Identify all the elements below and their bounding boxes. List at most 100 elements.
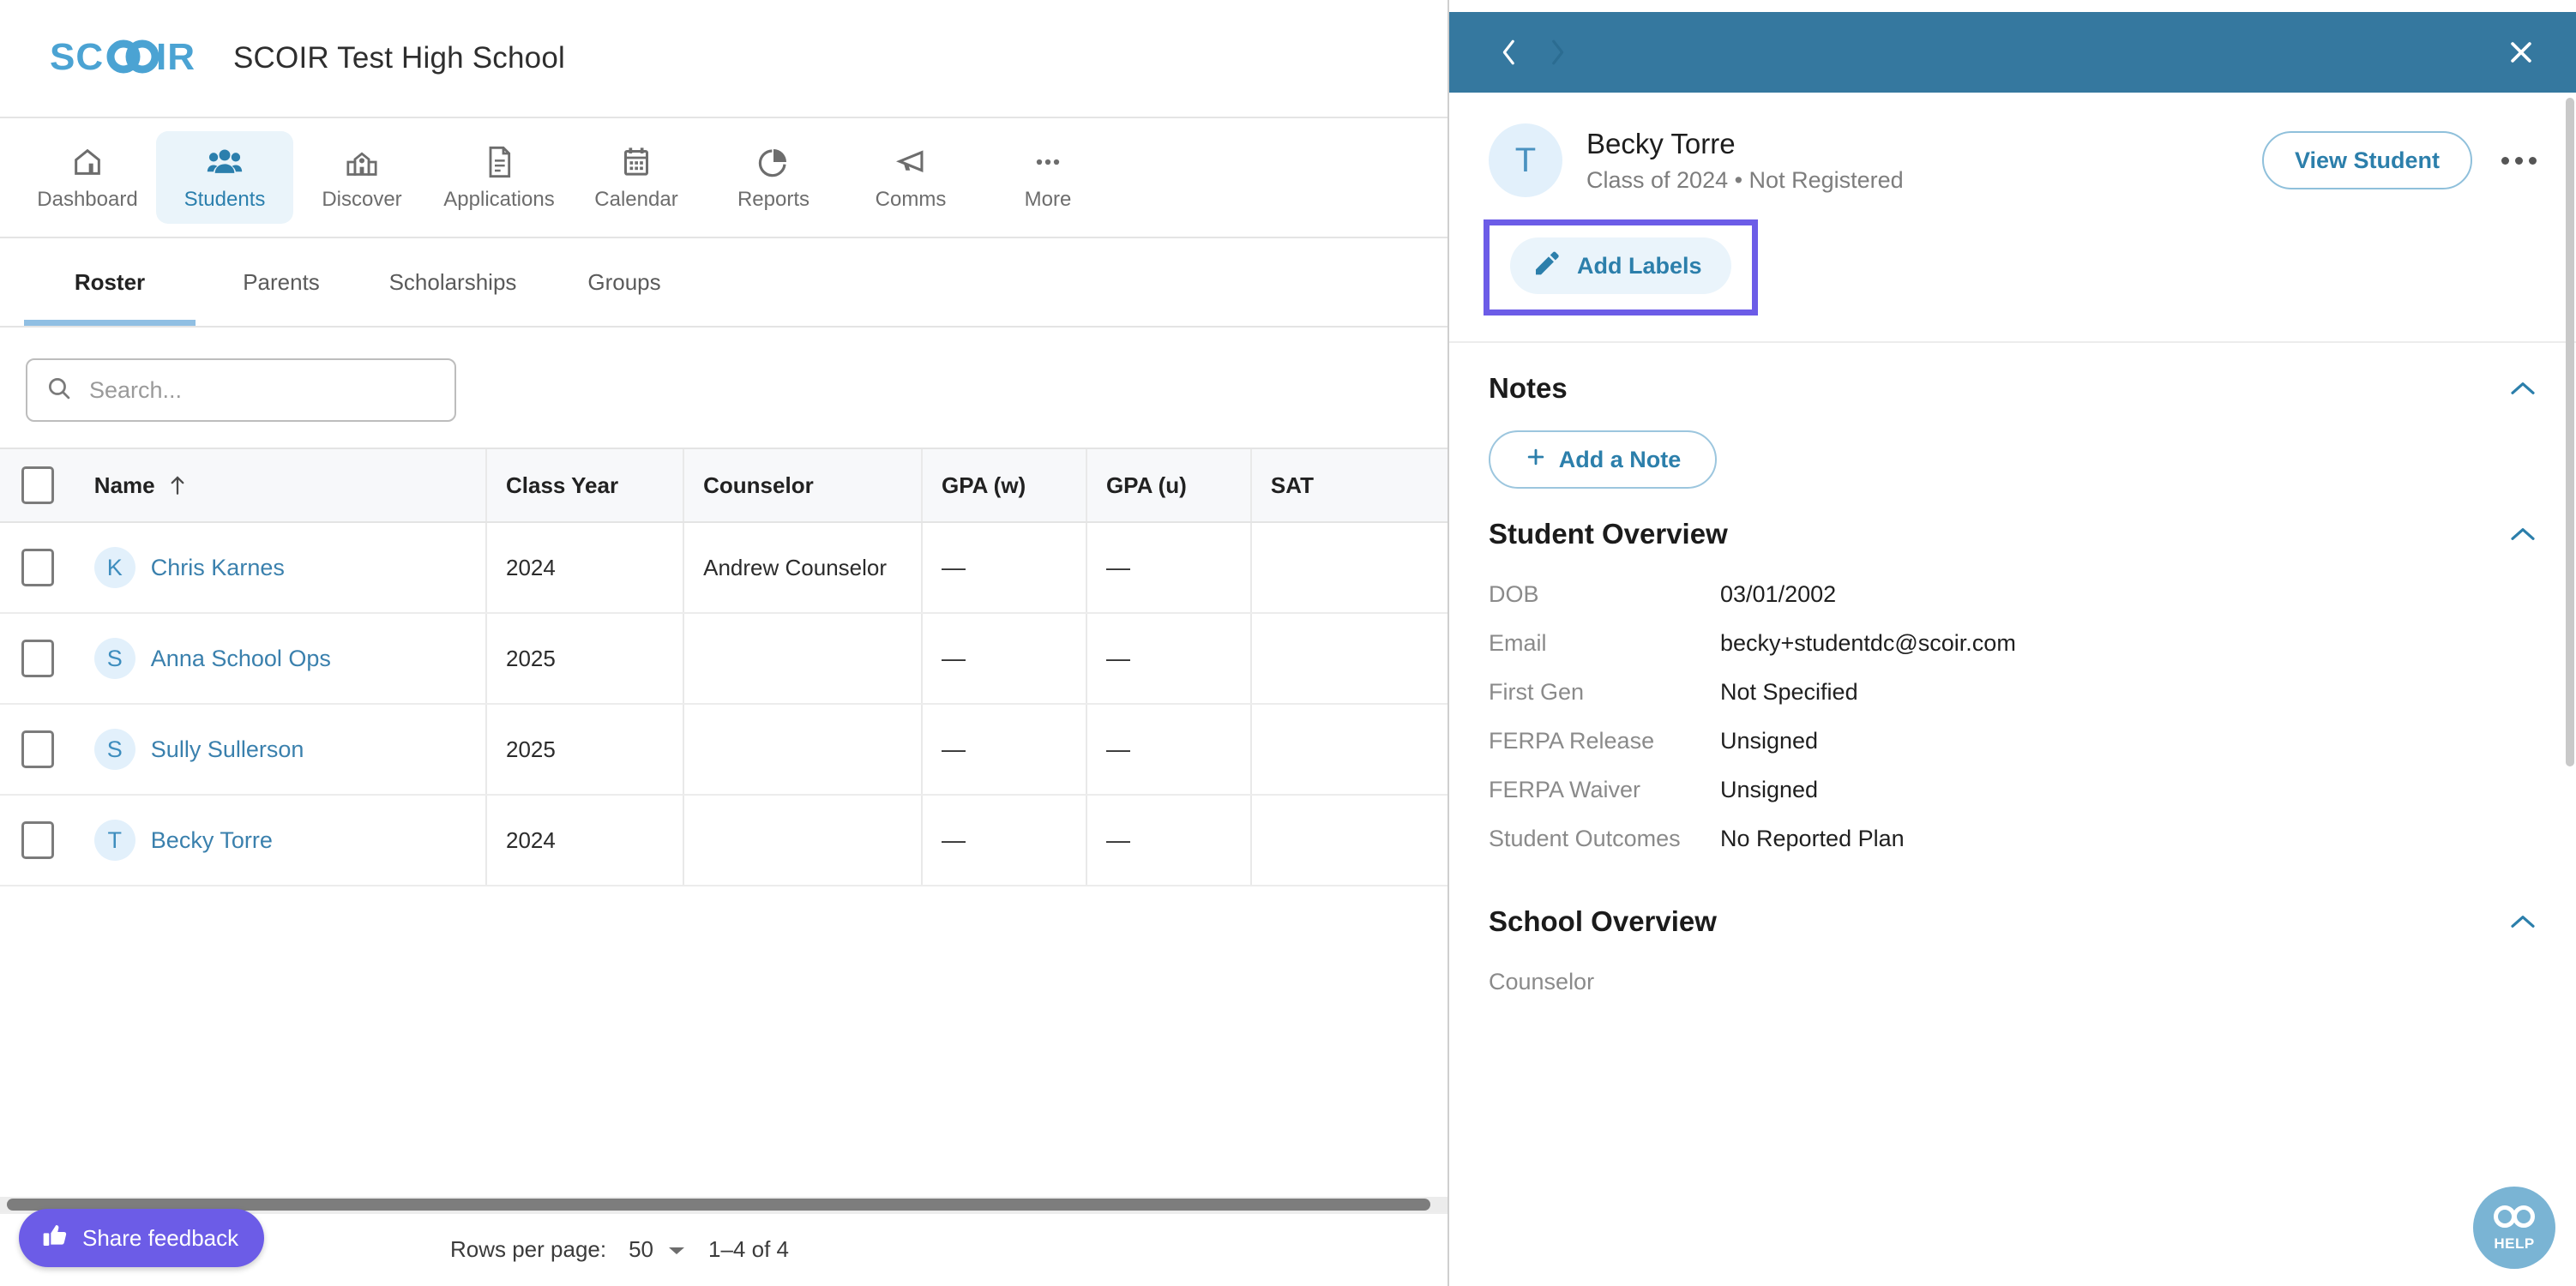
rows-per-page-label: Rows per page: xyxy=(449,1235,607,1262)
drawer-scrollbar-thumb[interactable] xyxy=(2566,98,2574,766)
chevron-right-icon[interactable] xyxy=(1533,28,1581,76)
rows-per-page-value: 50 xyxy=(629,1235,654,1262)
column-header-gpa-weighted[interactable]: GPA (w) xyxy=(923,449,1087,521)
chevron-up-icon[interactable] xyxy=(2509,526,2537,543)
field-key: FERPA Waiver xyxy=(1489,777,1641,802)
scoir-logo-icon[interactable]: SC IR xyxy=(50,38,196,79)
student-detail-drawer: T Becky Torre Class of 2024 • Not Regist… xyxy=(1449,12,2576,1286)
column-header-gpa-unweighted[interactable]: GPA (u) xyxy=(1087,449,1252,521)
table-row[interactable]: K Chris Karnes 2024 Andrew Counselor — — xyxy=(0,523,1447,614)
column-label: Name xyxy=(93,472,155,498)
row-checkbox[interactable] xyxy=(21,640,54,677)
student-name-link[interactable]: Sully Sullerson xyxy=(151,736,304,763)
nav-label: More xyxy=(1024,188,1072,211)
tab-scholarships[interactable]: Scholarships xyxy=(367,238,539,326)
tab-roster[interactable]: Roster xyxy=(24,238,196,326)
notes-title: Notes xyxy=(1489,372,1568,404)
cell-name: T Becky Torre xyxy=(75,796,487,885)
nav-item-reports[interactable]: Reports xyxy=(705,131,842,224)
row-checkbox[interactable] xyxy=(21,730,54,768)
cell-gpa-weighted: — xyxy=(923,705,1087,794)
search-input[interactable]: Search... xyxy=(26,358,456,422)
help-button[interactable]: HELP xyxy=(2473,1187,2555,1269)
field-row: First Gen Not Specified xyxy=(1489,679,2537,706)
row-checkbox[interactable] xyxy=(21,821,54,859)
roster-subtabs: Roster Parents Scholarships Groups xyxy=(0,238,1447,328)
chevron-up-icon[interactable] xyxy=(2509,380,2537,397)
app-root: SC IR SCOIR Test High School Dashboard S… xyxy=(0,0,2576,1286)
student-name-link[interactable]: Anna School Ops xyxy=(151,646,331,672)
add-labels-highlight: Add Labels xyxy=(1484,219,1758,315)
rows-per-page-select[interactable]: 50 xyxy=(629,1236,686,1263)
nav-label: Reports xyxy=(737,188,810,211)
table-body: K Chris Karnes 2024 Andrew Counselor — —… xyxy=(0,523,1447,886)
ellipsis-icon[interactable] xyxy=(2501,156,2537,165)
cell-counselor xyxy=(684,614,923,703)
value: — xyxy=(1105,554,1130,580)
nav-label: Discover xyxy=(322,188,402,211)
table-row[interactable]: T Becky Torre 2024 — — xyxy=(0,796,1447,886)
nav-item-discover[interactable]: Discover xyxy=(293,131,430,224)
calendar-icon xyxy=(620,143,653,181)
nav-item-applications[interactable]: Applications xyxy=(430,131,568,224)
row-checkbox[interactable] xyxy=(21,549,54,586)
cell-gpa-unweighted: — xyxy=(1087,523,1252,612)
student-name-link[interactable]: Becky Torre xyxy=(151,827,273,854)
view-student-button[interactable]: View Student xyxy=(2261,131,2472,189)
search-area: Search... xyxy=(0,328,1447,448)
share-feedback-label: Share feedback xyxy=(82,1224,239,1251)
school-building-icon xyxy=(344,143,380,181)
add-labels-label: Add Labels xyxy=(1577,252,1702,279)
pencil-icon xyxy=(1532,249,1560,283)
cell-counselor xyxy=(684,705,923,794)
nav-item-dashboard[interactable]: Dashboard xyxy=(19,131,156,224)
share-feedback-button[interactable]: Share feedback xyxy=(19,1209,265,1267)
row-select-cell xyxy=(0,614,75,703)
column-header-counselor[interactable]: Counselor xyxy=(684,449,923,521)
field-value: 03/01/2002 xyxy=(1720,581,1837,607)
tab-parents[interactable]: Parents xyxy=(196,238,367,326)
cell-gpa-unweighted: — xyxy=(1087,796,1252,885)
field-key: Student Outcomes xyxy=(1489,826,1681,851)
nav-item-calendar[interactable]: Calendar xyxy=(568,131,705,224)
cell-class-year: 2025 xyxy=(487,705,685,794)
column-label: GPA (u) xyxy=(1105,472,1187,498)
value: — xyxy=(941,554,966,580)
cell-sat xyxy=(1252,614,1447,703)
nav-label: Applications xyxy=(443,188,555,211)
chevron-left-icon[interactable] xyxy=(1485,28,1533,76)
students-roster-pane: SC IR SCOIR Test High School Dashboard S… xyxy=(0,0,1449,1286)
field-key: DOB xyxy=(1489,581,1539,607)
pagination-controls: Rows per page: 50 1–4 of 4 xyxy=(449,1212,1447,1286)
cell-counselor xyxy=(684,796,923,885)
cell-gpa-unweighted: — xyxy=(1087,705,1252,794)
add-labels-button[interactable]: Add Labels xyxy=(1510,237,1731,294)
column-header-sat[interactable]: SAT xyxy=(1252,449,1447,521)
table-row[interactable]: S Sully Sullerson 2025 — — xyxy=(0,705,1447,796)
value: — xyxy=(1105,645,1130,671)
student-name-link[interactable]: Chris Karnes xyxy=(151,555,285,581)
value: — xyxy=(941,826,966,853)
nav-item-comms[interactable]: Comms xyxy=(842,131,979,224)
table-header: Name Class Year Counselor GPA (w) GPA (u… xyxy=(0,448,1447,523)
nav-label: Students xyxy=(184,188,266,211)
select-all-checkbox[interactable] xyxy=(21,466,54,504)
cell-name: S Anna School Ops xyxy=(75,614,487,703)
close-icon[interactable] xyxy=(2497,28,2545,76)
column-header-class-year[interactable]: Class Year xyxy=(487,449,685,521)
value: — xyxy=(941,736,966,762)
tab-groups[interactable]: Groups xyxy=(539,238,710,326)
table-row[interactable]: S Anna School Ops 2025 — — xyxy=(0,614,1447,705)
add-note-button[interactable]: Add a Note xyxy=(1489,430,1717,489)
scoir-infinity-icon xyxy=(2491,1204,2537,1234)
chevron-up-icon[interactable] xyxy=(2509,913,2537,930)
nav-label: Comms xyxy=(875,188,947,211)
pagination-range: 1–4 of 4 xyxy=(708,1235,789,1262)
nav-item-students[interactable]: Students xyxy=(156,131,293,224)
select-all-header xyxy=(0,449,75,521)
row-select-cell xyxy=(0,523,75,612)
column-header-name[interactable]: Name xyxy=(75,449,487,521)
view-student-label: View Student xyxy=(2294,147,2440,173)
field-row: Email becky+studentdc@scoir.com xyxy=(1489,630,2537,657)
nav-item-more[interactable]: More xyxy=(979,131,1116,224)
